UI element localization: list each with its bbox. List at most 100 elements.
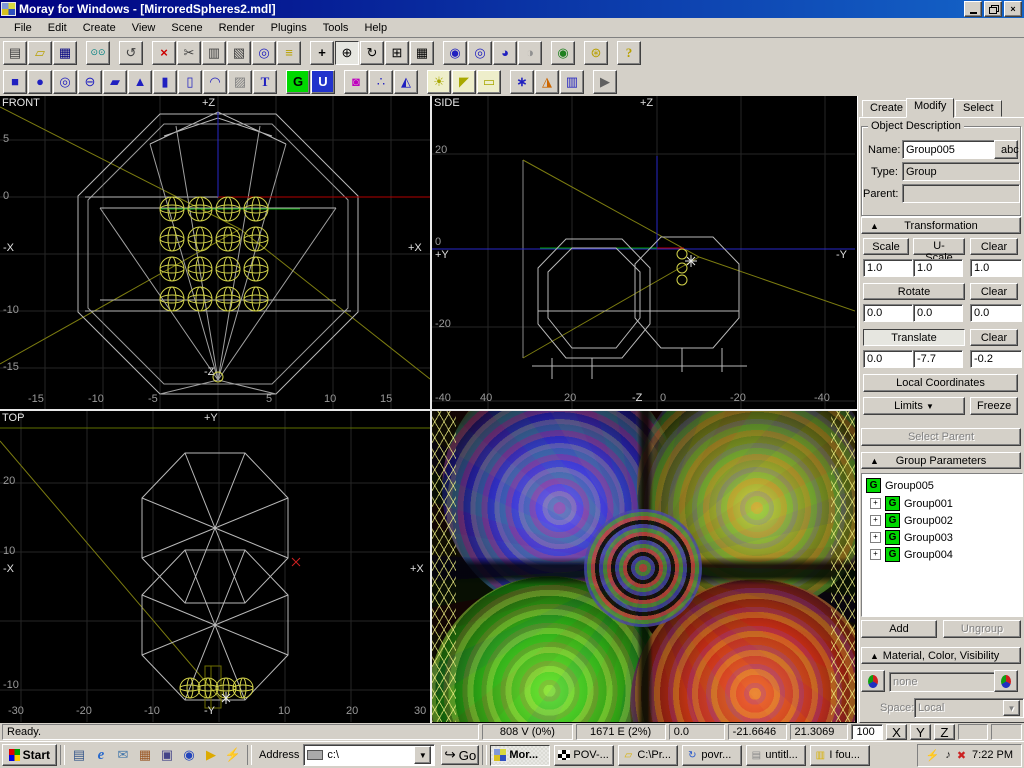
rotate-mode-button[interactable]: ↻: [360, 41, 384, 65]
menu-render[interactable]: Render: [211, 19, 263, 37]
add-button[interactable]: Add: [861, 620, 937, 638]
create-plane-button[interactable]: ▰: [103, 70, 127, 94]
create-spotlight-button[interactable]: ◤: [452, 70, 476, 94]
create-blobgroup-button[interactable]: ∗: [510, 70, 534, 94]
side-viewport[interactable]: SIDE +Z -Z +Y -Y 20 0 -20 -40 40 20 0 -2…: [432, 96, 855, 409]
create-sor-button[interactable]: ▯: [178, 70, 202, 94]
menu-scene[interactable]: Scene: [163, 19, 210, 37]
rotate-z-input[interactable]: 0.0: [970, 304, 1022, 322]
zoom-input[interactable]: 100: [851, 724, 883, 740]
start-button[interactable]: Start: [2, 744, 57, 766]
expander-icon[interactable]: +: [870, 515, 881, 526]
new-file-button[interactable]: ▤: [3, 41, 27, 65]
move-mode-button[interactable]: ⊕: [335, 41, 359, 65]
internet-explorer-icon[interactable]: e: [90, 744, 112, 766]
task-povray-render[interactable]: ↻ povr...: [682, 745, 742, 766]
scale-x-input[interactable]: 1.0: [863, 259, 913, 277]
uscale-button[interactable]: U-Scale: [913, 238, 965, 255]
address-combobox[interactable]: c:\ ▼: [303, 744, 435, 766]
create-udo-button[interactable]: ▥: [560, 70, 584, 94]
outlook-express-icon[interactable]: ✉: [112, 744, 134, 766]
transformation-header[interactable]: ▲ Transformation: [861, 217, 1021, 234]
open-file-button[interactable]: ▱: [28, 41, 52, 65]
winamp-icon[interactable]: ⚡: [222, 744, 244, 766]
create-disc-button[interactable]: ⊖: [78, 70, 102, 94]
material-assign-button[interactable]: [861, 670, 885, 692]
network-status-icon[interactable]: ✖: [957, 749, 966, 762]
expander-icon[interactable]: +: [870, 549, 881, 560]
scale-y-input[interactable]: 1.0: [913, 259, 963, 277]
browse-materials-button[interactable]: ⊙⊙: [86, 41, 110, 65]
viewport-splitter-horizontal[interactable]: [0, 409, 857, 411]
dvd-player-icon[interactable]: ▶: [200, 744, 222, 766]
sweep-button[interactable]: ◎: [252, 41, 276, 65]
expander-icon[interactable]: +: [870, 532, 881, 543]
show-desktop-icon[interactable]: ▤: [68, 744, 90, 766]
create-pointlight-button[interactable]: ☀: [427, 70, 451, 94]
copy-button[interactable]: ▥: [202, 41, 226, 65]
scale-clear-button[interactable]: Clear: [970, 238, 1018, 255]
menu-plugins[interactable]: Plugins: [263, 19, 315, 37]
create-text-button[interactable]: T: [253, 70, 277, 94]
tab-select[interactable]: Select: [955, 100, 1002, 117]
render-scene-button[interactable]: ◉: [443, 41, 467, 65]
front-viewport[interactable]: FRONT +Z -Z -X +X 5 0 -10 -15 -15 -10 -5…: [0, 96, 430, 409]
realplayer-icon[interactable]: ◉: [178, 744, 200, 766]
scale-z-input[interactable]: 1.0: [970, 259, 1022, 277]
translate-x-input[interactable]: 0.0: [863, 350, 913, 368]
create-bezier-button[interactable]: ▨: [228, 70, 252, 94]
animation-camera-button[interactable]: ▶: [593, 70, 617, 94]
create-box-button[interactable]: ■: [3, 70, 27, 94]
boolean-operations-button[interactable]: ◮: [535, 70, 559, 94]
tab-create[interactable]: Create: [862, 100, 911, 117]
csg-union-button[interactable]: U: [311, 70, 335, 94]
material-edit-button[interactable]: [994, 670, 1018, 692]
menu-edit[interactable]: Edit: [40, 19, 75, 37]
tab-modify[interactable]: Modify: [906, 98, 954, 118]
help-button[interactable]: ?: [617, 41, 641, 65]
tree-item[interactable]: + G Group004: [870, 547, 953, 562]
tree-item[interactable]: + G Group001: [870, 496, 953, 511]
csg-difference-button[interactable]: ◭: [394, 70, 418, 94]
top-viewport[interactable]: TOP +Y -Y -X +X 20 10 -10 -30 -20 -10 10…: [0, 411, 430, 722]
translate-button[interactable]: Translate: [863, 329, 965, 346]
title-bar[interactable]: Moray for Windows - [MirroredSpheres2.md…: [0, 0, 1024, 18]
name-input[interactable]: Group005: [902, 140, 996, 159]
minimize-button[interactable]: [964, 1, 982, 17]
render-animation-button[interactable]: ◕: [493, 41, 517, 65]
render-preview-viewport[interactable]: [432, 411, 855, 722]
winamp-tray-icon[interactable]: ⚡: [926, 749, 940, 762]
create-camera-button[interactable]: ◙: [344, 70, 368, 94]
dropdown-arrow-icon[interactable]: ▼: [414, 746, 431, 764]
create-cone-button[interactable]: ▲: [128, 70, 152, 94]
group-parameters-header[interactable]: ▲ Group Parameters: [861, 452, 1021, 469]
tile-viewports-button[interactable]: ▦: [410, 41, 434, 65]
material-editor-button[interactable]: ◉: [551, 41, 575, 65]
create-sphere-button[interactable]: ●: [28, 70, 52, 94]
csg-group-button[interactable]: G: [286, 70, 310, 94]
limits-button[interactable]: Limits ▼: [863, 397, 965, 415]
rotate-button[interactable]: Rotate: [863, 283, 965, 300]
scale-button[interactable]: Scale: [863, 238, 909, 255]
axis-y-button[interactable]: Y: [910, 724, 931, 740]
create-blob-button[interactable]: ∴: [369, 70, 393, 94]
tree-item-root[interactable]: G Group005: [866, 478, 934, 493]
translate-clear-button[interactable]: Clear: [970, 329, 1018, 346]
create-torus-button[interactable]: ◎: [53, 70, 77, 94]
close-button[interactable]: ×: [1004, 1, 1022, 17]
app-icon[interactable]: [2, 3, 15, 15]
channels-icon[interactable]: ▦: [134, 744, 156, 766]
task-povray[interactable]: POV-...: [554, 745, 614, 766]
volume-icon[interactable]: ♪: [945, 749, 951, 761]
axis-z-button[interactable]: Z: [934, 724, 955, 740]
rotate-clear-button[interactable]: Clear: [970, 283, 1018, 300]
create-cylinder-button[interactable]: ▮: [153, 70, 177, 94]
expander-icon[interactable]: +: [870, 498, 881, 509]
render-settings-button[interactable]: ⊛: [584, 41, 608, 65]
rotate-x-input[interactable]: 0.0: [863, 304, 913, 322]
local-coordinates-button[interactable]: Local Coordinates: [863, 374, 1018, 392]
menu-create[interactable]: Create: [75, 19, 124, 37]
group-tree[interactable]: G Group005 + G Group001 + G Group002 + G…: [861, 473, 1023, 617]
rename-abc-button[interactable]: abc: [994, 140, 1018, 159]
translate-y-input[interactable]: -7.7: [913, 350, 963, 368]
